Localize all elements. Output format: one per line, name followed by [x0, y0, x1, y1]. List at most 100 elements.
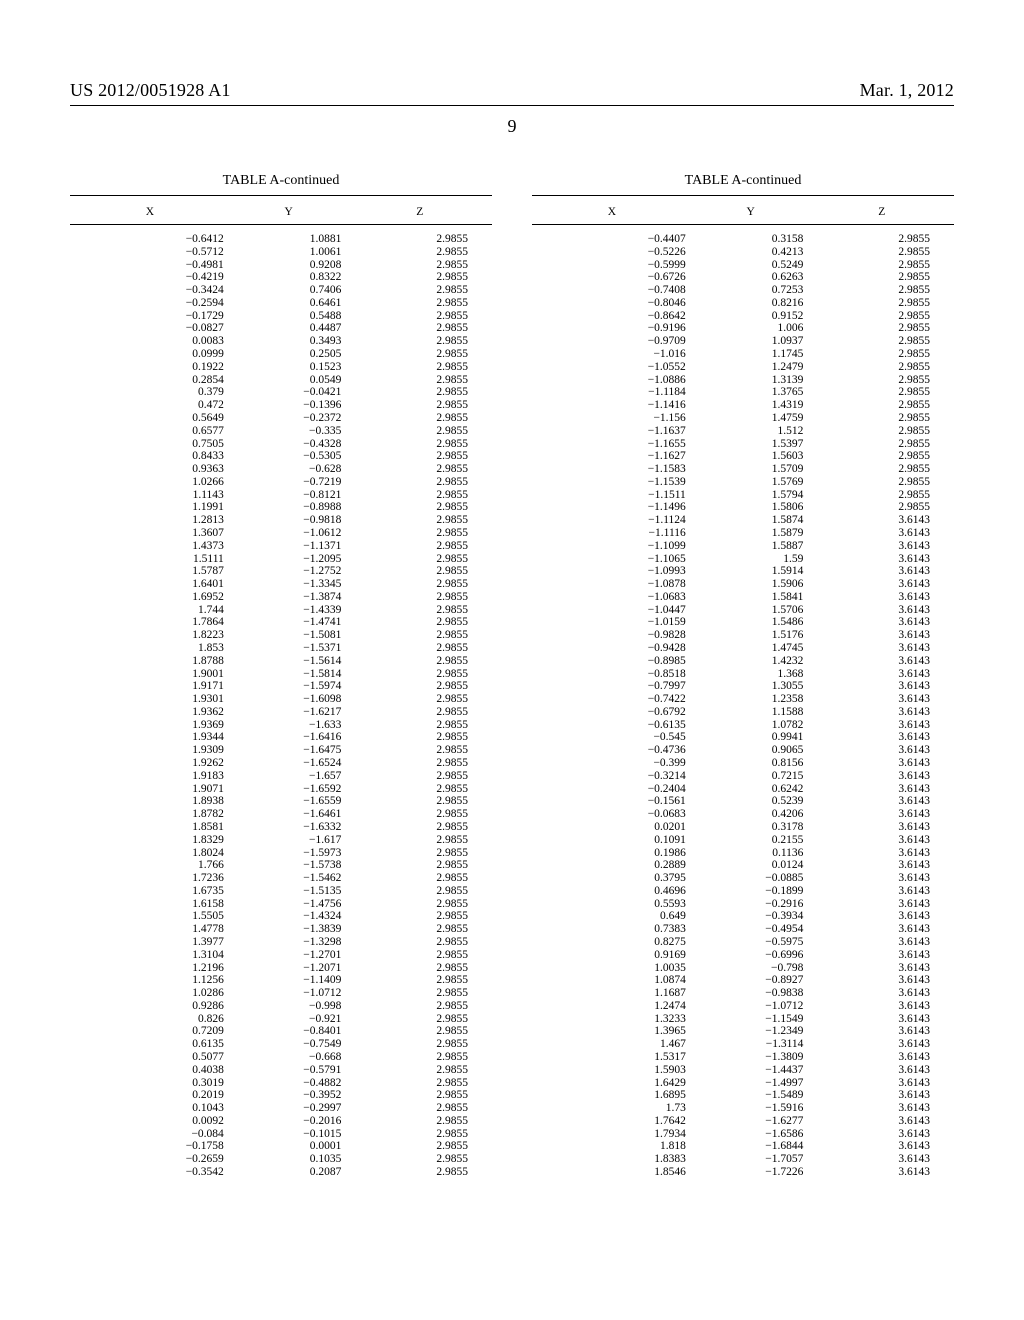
table-row: 0.6135−0.75492.9855	[70, 1038, 492, 1051]
table-cell: 2.9855	[347, 757, 492, 770]
table-cell: 0.472	[70, 399, 230, 412]
table-cell: 1.3607	[70, 527, 230, 540]
table-cell: −1.4437	[692, 1063, 810, 1076]
table-cell: −0.2372	[230, 412, 348, 425]
table-cell: −0.4981	[70, 258, 230, 271]
table-cell: −1.6332	[230, 821, 348, 834]
table-row: −0.89851.42323.6143	[532, 654, 954, 667]
table-row: 0.28540.05492.9855	[70, 373, 492, 386]
table-row: −1.16551.53972.9855	[532, 437, 954, 450]
table-cell: 1.5111	[70, 552, 230, 565]
table-cell: 2.9855	[347, 284, 492, 297]
table-cell: −0.399	[532, 757, 692, 770]
table-row: −1.16371.5122.9855	[532, 424, 954, 437]
table-row: 1.9309−1.64752.9855	[70, 744, 492, 757]
table-cell: −1.1409	[230, 974, 348, 987]
table-cell: −0.9828	[532, 629, 692, 642]
publication-date: Mar. 1, 2012	[860, 80, 954, 101]
table-cell: 2.9855	[809, 360, 954, 373]
table-cell: −0.3934	[692, 910, 810, 923]
table-cell: 1.8546	[532, 1166, 692, 1179]
table-row: −0.94281.47453.6143	[532, 642, 954, 655]
table-cell: 1.2358	[692, 693, 810, 706]
table-cell: 1.2813	[70, 514, 230, 527]
table-row: −1.05521.24792.9855	[532, 360, 954, 373]
table-row: 0.826−0.9212.9855	[70, 1012, 492, 1025]
table-cell: 1.5906	[692, 578, 810, 591]
table-cell: 2.9855	[809, 386, 954, 399]
table-row: −1.14161.43192.9855	[532, 399, 954, 412]
table-row: 1.6429−1.49973.6143	[532, 1076, 954, 1089]
table-row: 1.2196−1.20712.9855	[70, 961, 492, 974]
table-cell: −1.6475	[230, 744, 348, 757]
table-cell: −1.1416	[532, 399, 692, 412]
content-columns: TABLE A-continued X Y Z −0.64121.08812.9…	[70, 173, 954, 1178]
table-cell: 2.9855	[347, 475, 492, 488]
table-cell: 1.1991	[70, 501, 230, 514]
table-cell: 2.9855	[347, 693, 492, 706]
table-cell: 2.9855	[347, 910, 492, 923]
table-cell: 0.4213	[692, 245, 810, 258]
table-cell: −1.5614	[230, 654, 348, 667]
table-cell: 0.9363	[70, 463, 230, 476]
table-row: 1.3607−1.06122.9855	[70, 527, 492, 540]
table-row: −0.86420.91522.9855	[532, 309, 954, 322]
table-cell: 0.2854	[70, 373, 230, 386]
table-cell: 2.9855	[347, 373, 492, 386]
table-row: −0.49810.92082.9855	[70, 258, 492, 271]
table-cell: 2.9855	[347, 872, 492, 885]
table-cell: −1.7226	[692, 1166, 810, 1179]
table-cell: 1.0061	[230, 245, 348, 258]
table-cell: −1.5489	[692, 1089, 810, 1102]
table-cell: −0.0421	[230, 386, 348, 399]
table-cell: 2.9855	[809, 475, 954, 488]
table-cell: 3.6143	[809, 821, 954, 834]
table-cell: 2.9855	[347, 514, 492, 527]
table-cell: 2.9855	[347, 795, 492, 808]
table-cell: 3.6143	[809, 1076, 954, 1089]
table-cell: −1.1184	[532, 386, 692, 399]
table-cell: 2.9855	[347, 1140, 492, 1153]
table-row: 0.5593−0.29163.6143	[532, 897, 954, 910]
table-cell: 3.6143	[809, 999, 954, 1012]
table-row: 0.7383−0.49543.6143	[532, 923, 954, 936]
table-row: 1.5111−1.20952.9855	[70, 552, 492, 565]
table-cell: 0.6461	[230, 297, 348, 310]
table-cell: 1.7934	[532, 1127, 692, 1140]
table-cell: 0.6263	[692, 271, 810, 284]
table-cell: 2.9855	[347, 1153, 492, 1166]
table-row: −0.97091.09372.9855	[532, 335, 954, 348]
table-cell: 2.9855	[347, 923, 492, 936]
table-cell: 3.6143	[809, 923, 954, 936]
table-cell: −0.2404	[532, 782, 692, 795]
table-cell: 2.9855	[347, 450, 492, 463]
table-cell: −0.9818	[230, 514, 348, 527]
table-cell: 0.6242	[692, 782, 810, 795]
table-cell: 1.6401	[70, 578, 230, 591]
table-title-right: TABLE A-continued	[532, 173, 954, 189]
table-cell: −1.3114	[692, 1038, 810, 1051]
table-row: 0.472−0.13962.9855	[70, 399, 492, 412]
col-header-y: Y	[692, 204, 810, 225]
table-row: −1.16271.56032.9855	[532, 450, 954, 463]
table-cell: 1.1143	[70, 488, 230, 501]
table-cell: 2.9855	[347, 961, 492, 974]
table-cell: −1.0159	[532, 616, 692, 629]
table-cell: −1.6277	[692, 1115, 810, 1128]
table-cell: −1.3298	[230, 936, 348, 949]
table-cell: 1.0881	[230, 225, 348, 246]
table-cell: 0.3158	[692, 225, 810, 246]
table-cell: 1.4778	[70, 923, 230, 936]
table-row: 1.0266−0.72192.9855	[70, 475, 492, 488]
table-row: 1.4373−1.13712.9855	[70, 539, 492, 552]
table-row: 1.8938−1.65592.9855	[70, 795, 492, 808]
table-row: −1.01591.54863.6143	[532, 616, 954, 629]
table-cell: 1.2479	[692, 360, 810, 373]
table-cell: 1.5486	[692, 616, 810, 629]
table-cell: −0.798	[692, 961, 810, 974]
table-cell: 1.4745	[692, 642, 810, 655]
table-cell: 2.9855	[809, 450, 954, 463]
table-row: 1.3104−1.27012.9855	[70, 948, 492, 961]
table-row: 1.6952−1.38742.9855	[70, 590, 492, 603]
table-row: −0.74080.72532.9855	[532, 284, 954, 297]
